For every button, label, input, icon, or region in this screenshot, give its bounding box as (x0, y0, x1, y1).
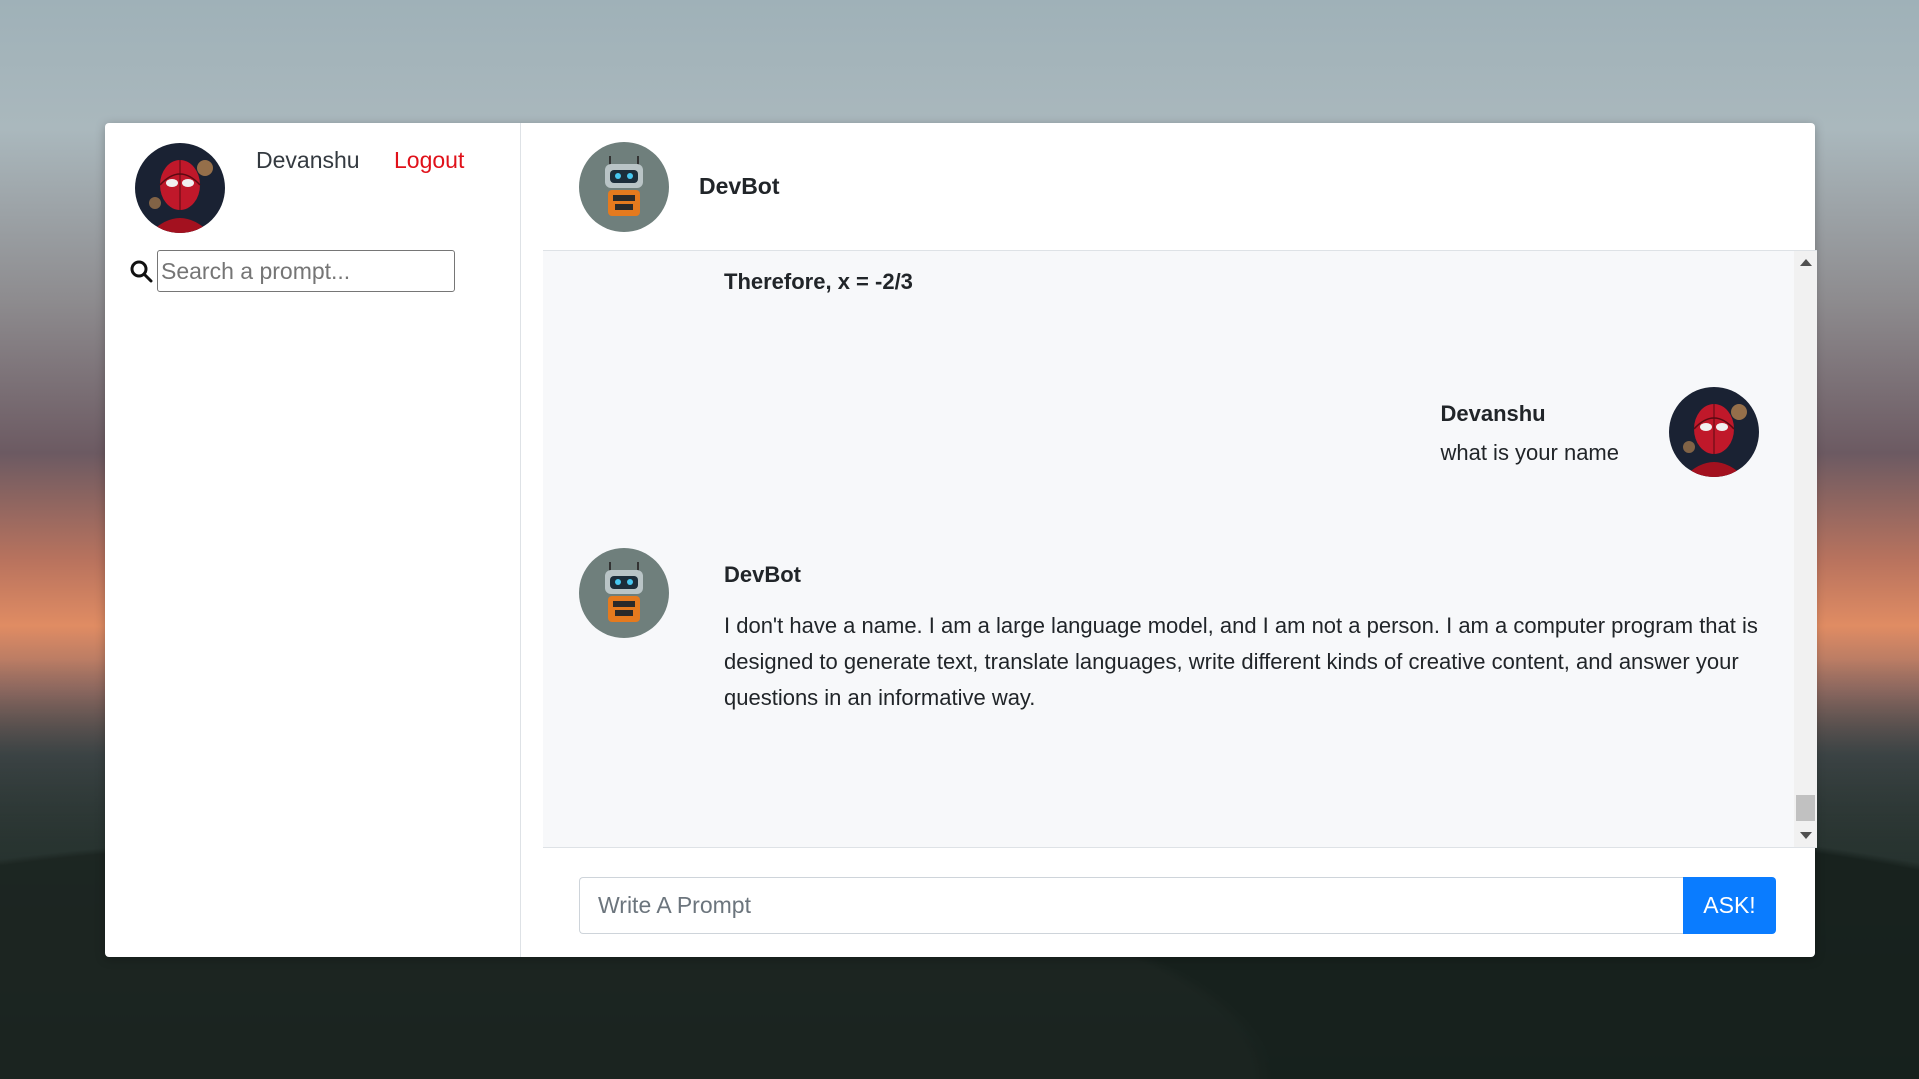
prompt-search (129, 250, 455, 292)
bot-message: DevBot I don't have a name. I am a large… (579, 548, 1779, 716)
message-text: I don't have a name. I am a large langua… (724, 613, 1758, 710)
chat-panel: DevBot Therefore, x = -2/3 Devanshu what… (521, 123, 1817, 957)
user-message-avatar (1669, 387, 1759, 477)
message-sender: Devanshu (1440, 401, 1546, 426)
sidebar: Devanshu Logout (105, 123, 521, 957)
logout-link[interactable]: Logout (394, 147, 464, 174)
search-icon (130, 260, 153, 283)
chat-app-window: Devanshu Logout Search a prompt... DevBo… (105, 123, 1817, 957)
message-list[interactable]: Therefore, x = -2/3 Devanshu what is you… (543, 250, 1817, 848)
bot-avatar (579, 141, 669, 232)
prompt-input[interactable] (579, 877, 1683, 934)
scroll-up-icon[interactable] (1800, 259, 1812, 266)
prompt-bar: ASK! (579, 877, 1776, 934)
ask-button[interactable]: ASK! (1683, 877, 1776, 934)
bot-message-avatar (579, 548, 669, 638)
message-text: what is your name (1440, 440, 1619, 465)
scrollbar[interactable] (1794, 251, 1817, 847)
chat-header: DevBot (521, 123, 1815, 250)
user-message: Devanshu what is your name (1440, 387, 1759, 477)
message-sender: DevBot (724, 562, 802, 587)
search-input[interactable] (157, 250, 455, 292)
current-user-name: Devanshu (256, 147, 360, 173)
previous-message-text: Therefore, x = -2/3 (724, 269, 913, 294)
chat-title: DevBot (699, 173, 780, 199)
scroll-thumb[interactable] (1796, 795, 1815, 821)
user-avatar (135, 143, 225, 233)
scroll-down-icon[interactable] (1800, 832, 1812, 839)
